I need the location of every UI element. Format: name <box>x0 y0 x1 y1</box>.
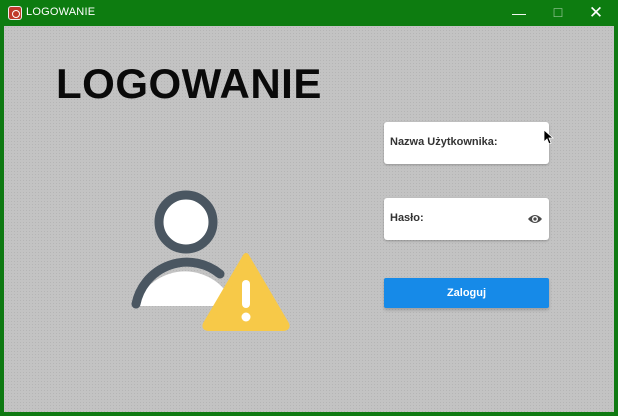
username-field[interactable]: Nazwa Użytkownika: <box>384 122 549 164</box>
password-field[interactable]: Hasło: <box>384 198 549 240</box>
username-label: Nazwa Użytkownika: <box>390 136 498 148</box>
title-bar[interactable]: LOGOWANIE — ☐ ✕ <box>0 0 618 26</box>
app-window: LOGOWANIE — ☐ ✕ LOGOWANIE Nazwa Użytkown… <box>0 0 618 416</box>
window-title: LOGOWANIE <box>26 6 96 18</box>
login-button[interactable]: Zaloguj <box>384 278 549 308</box>
eye-icon[interactable] <box>527 212 543 226</box>
login-panel: LOGOWANIE Nazwa Użytkownika: Hasło: Zalo… <box>4 26 614 412</box>
app-icon <box>8 6 22 20</box>
user-warning-illustration <box>131 190 290 331</box>
close-button[interactable]: ✕ <box>577 0 615 26</box>
page-title: LOGOWANIE <box>56 60 322 107</box>
maximize-button[interactable]: ☐ <box>539 0 577 26</box>
password-label: Hasło: <box>390 212 424 224</box>
user-icon <box>131 190 234 309</box>
minimize-button[interactable]: — <box>500 0 538 26</box>
mouse-cursor-icon <box>544 130 554 144</box>
